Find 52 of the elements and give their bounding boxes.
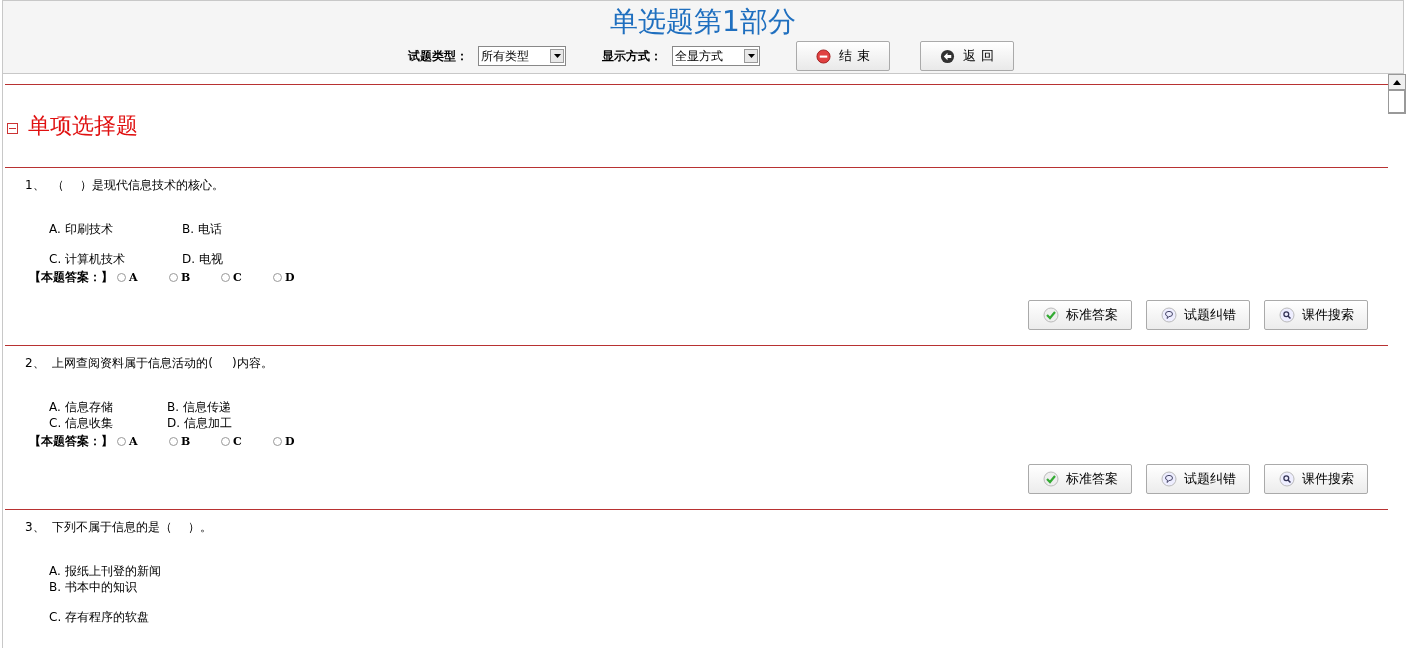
- answer-radio[interactable]: A: [117, 270, 169, 284]
- option-text: D. 电视: [182, 252, 224, 266]
- scroll-up-button[interactable]: [1388, 74, 1406, 90]
- answer-radio[interactable]: A: [117, 434, 169, 448]
- filter-label: 显示方式：: [602, 47, 662, 65]
- answer-label: 【本题答案：】: [29, 268, 113, 286]
- report-error-button[interactable]: 试题纠错: [1146, 300, 1250, 330]
- option-text: D. 信息加工: [167, 416, 233, 430]
- question-text: 3、 下列不属于信息的是（ ）。: [25, 520, 213, 534]
- answer-radio[interactable]: B: [169, 434, 221, 448]
- answer-radio[interactable]: C: [221, 270, 273, 284]
- option-text: C. 存有程序的软盘: [49, 610, 150, 624]
- up-arrow-icon: [1393, 79, 1401, 85]
- scrollbar-thumb[interactable]: [1388, 90, 1406, 114]
- answer-button[interactable]: 标准答案: [1028, 300, 1132, 330]
- answer-button[interactable]: 标准答案: [1028, 464, 1132, 494]
- search-button[interactable]: 课件搜索: [1264, 300, 1368, 330]
- check-icon: [1042, 471, 1059, 487]
- search-icon: [1278, 471, 1295, 487]
- back-icon: [940, 48, 956, 64]
- question-text: 2、 上网查阅资料属于信息活动的( )内容。: [25, 356, 274, 370]
- option-text: B. 书本中的知识: [49, 580, 138, 594]
- back-button[interactable]: 返 回: [920, 41, 1014, 71]
- filter-label: 试题类型：: [408, 47, 468, 65]
- search-button[interactable]: 课件搜索: [1264, 464, 1368, 494]
- dropdown[interactable]: 所有类型: [478, 46, 566, 66]
- answer-label: 【本题答案：】: [29, 432, 113, 450]
- dropdown[interactable]: 全显方式: [672, 46, 760, 66]
- option-text: C. 信息收集: [49, 416, 114, 430]
- option-text: A. 印刷技术: [49, 222, 114, 236]
- answer-radio[interactable]: D: [273, 270, 325, 284]
- option-text: C. 计算机技术: [49, 252, 126, 266]
- section-title: 单项选择题: [28, 112, 138, 140]
- option-text: A. 报纸上刊登的新闻: [49, 564, 162, 578]
- caret-icon: [553, 54, 561, 58]
- speech-bubble-icon: [1160, 471, 1177, 487]
- end-button[interactable]: 结 束: [796, 41, 890, 71]
- search-icon: [1278, 307, 1295, 323]
- report-error-button[interactable]: 试题纠错: [1146, 464, 1250, 494]
- answer-radio[interactable]: B: [169, 270, 221, 284]
- answer-radio[interactable]: C: [221, 434, 273, 448]
- caret-icon: [747, 54, 755, 58]
- option-text: B. 电话: [182, 222, 223, 236]
- stop-icon: [816, 48, 832, 64]
- check-icon: [1042, 307, 1059, 323]
- question-text: 1、 （ ）是现代信息技术的核心。: [25, 178, 225, 192]
- answer-radio[interactable]: D: [273, 434, 325, 448]
- page-title: 单选题第1部分: [610, 4, 796, 40]
- option-text: A. 信息存储: [49, 400, 114, 414]
- collapse-toggle[interactable]: [7, 122, 18, 134]
- option-text: B. 信息传递: [167, 400, 232, 414]
- speech-bubble-icon: [1160, 307, 1177, 323]
